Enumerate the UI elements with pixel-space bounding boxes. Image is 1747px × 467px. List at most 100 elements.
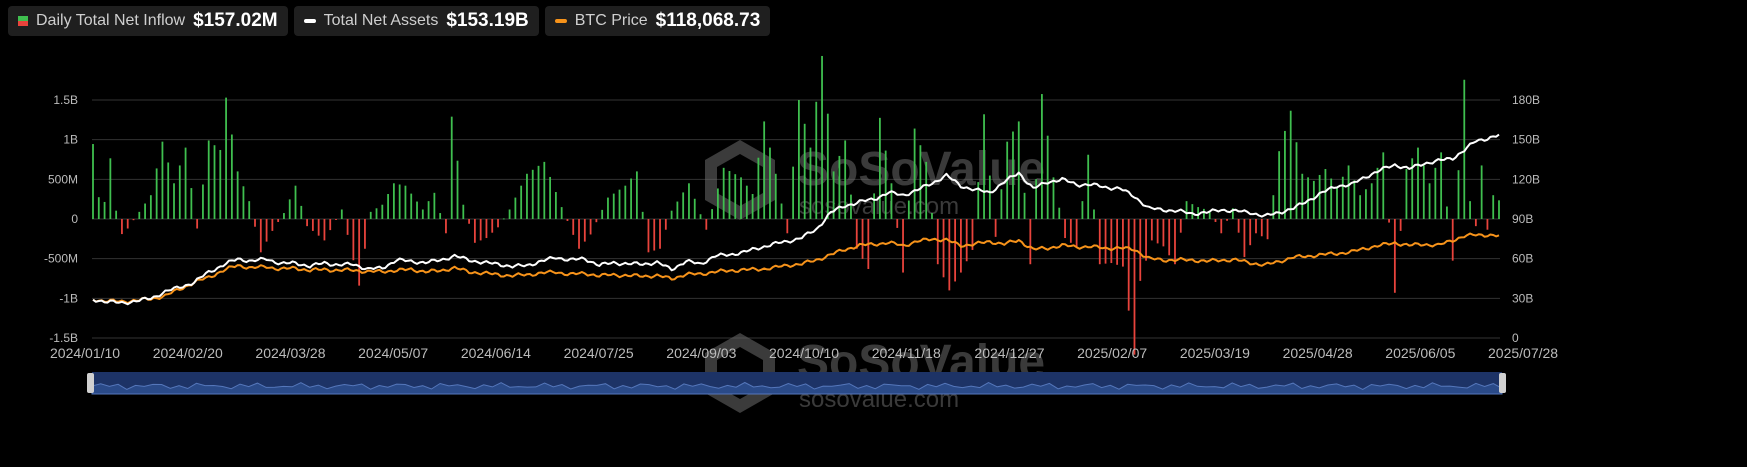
- inflow-bar: [1492, 195, 1495, 219]
- inflow-bar: [369, 211, 372, 219]
- inflow-bar: [1058, 207, 1061, 219]
- inflow-bar: [230, 134, 233, 219]
- inflow-bar: [375, 208, 378, 219]
- inflow-bar: [1278, 151, 1281, 219]
- inflow-bar: [202, 184, 204, 219]
- inflow-bar: [919, 145, 922, 219]
- inflow-bar: [659, 219, 661, 249]
- inflow-bar: [769, 147, 771, 219]
- inflow-bar: [497, 219, 499, 228]
- inflow-bar: [288, 199, 291, 219]
- watermark-top: SoSoValue sosovalue.com: [705, 140, 1045, 220]
- y-left-tick-label: -500M: [44, 252, 78, 266]
- inflow-bar: [531, 169, 534, 219]
- inflow-bar: [1127, 219, 1130, 311]
- inflow-bar: [624, 185, 627, 219]
- inflow-bar: [103, 201, 106, 219]
- inflow-bar: [792, 166, 795, 219]
- inflow-bar: [653, 219, 656, 251]
- inflow-bar: [242, 186, 245, 219]
- inflow-bar: [1191, 204, 1194, 219]
- inflow-bar: [1185, 201, 1188, 219]
- inflow-bar: [427, 201, 430, 219]
- x-tick-label: 2024/10/10: [769, 345, 839, 361]
- inflow-bar: [121, 219, 123, 235]
- inflow-bar: [601, 209, 604, 219]
- inflow-bar: [1324, 169, 1327, 219]
- inflow-bar: [300, 205, 303, 219]
- inflow-bar: [473, 219, 476, 243]
- inflow-bar: [1382, 152, 1385, 219]
- inflow-bar: [311, 219, 314, 231]
- inflow-bar: [317, 219, 320, 236]
- inflow-bar: [1179, 219, 1182, 233]
- inflow-bar: [277, 219, 280, 222]
- y-left-tick-label: 500M: [48, 172, 78, 186]
- inflow-bar: [398, 184, 401, 219]
- inflow-bar: [1417, 147, 1419, 219]
- inflow-bar: [1249, 219, 1252, 246]
- inflow-bar: [1226, 219, 1228, 221]
- y-left-tick-label: -1B: [59, 291, 78, 305]
- x-tick-label: 2024/05/07: [358, 345, 428, 361]
- inflow-bar: [97, 197, 100, 219]
- inflow-bar: [676, 201, 679, 219]
- inflow-bar: [786, 219, 789, 234]
- inflow-bar: [416, 201, 418, 219]
- y-left-tick-label: 0: [71, 212, 78, 226]
- inflow-bar: [196, 219, 199, 229]
- inflow-bar: [838, 155, 841, 219]
- inflow-bar: [1365, 189, 1367, 219]
- grid-lines: [92, 99, 1500, 339]
- inflow-bar: [578, 219, 580, 249]
- inflow-bar: [994, 219, 997, 237]
- inflow-bar: [728, 171, 731, 219]
- x-tick-label: 2024/11/18: [872, 345, 941, 361]
- inflow-bar: [132, 219, 135, 221]
- x-tick-label: 2024/01/10: [50, 345, 120, 361]
- inflow-bar: [433, 192, 436, 219]
- inflow-bar: [1266, 219, 1269, 240]
- inflow-bar: [774, 173, 777, 219]
- inflow-bar: [745, 185, 748, 219]
- inflow-bar: [780, 203, 783, 219]
- inflow-bar: [826, 113, 829, 219]
- inflow-bar: [583, 219, 586, 242]
- navigator-right-handle-icon: [1499, 373, 1506, 393]
- inflow-bar: [421, 209, 424, 219]
- inflow-bar: [1307, 177, 1309, 219]
- inflow-bar: [485, 219, 488, 239]
- inflow-bar: [225, 97, 227, 219]
- x-tick-label: 2025/06/05: [1385, 345, 1455, 361]
- inflow-bar: [1000, 189, 1003, 219]
- inflow-bar: [335, 219, 337, 220]
- inflow-bar: [358, 219, 361, 286]
- inflow-bar: [1214, 219, 1217, 222]
- inflow-bar: [965, 219, 968, 262]
- inflow-bar: [803, 123, 806, 219]
- inflow-bar: [236, 171, 239, 219]
- inflow-bar: [392, 183, 395, 219]
- x-tick-label: 2024/06/14: [461, 345, 531, 361]
- inflow-bar: [1116, 219, 1119, 265]
- inflow-bar: [635, 171, 638, 219]
- inflow-bar: [381, 204, 384, 219]
- inflow-bar: [462, 204, 465, 219]
- inflow-bar: [306, 219, 308, 227]
- inflow-bar: [1457, 170, 1460, 219]
- inflow-bar: [144, 203, 146, 219]
- inflow-bar: [873, 193, 876, 219]
- inflow-bar: [1272, 195, 1275, 219]
- inflow-bar: [329, 219, 332, 231]
- inflow-bar: [722, 167, 725, 219]
- inflow-bar: [855, 219, 858, 249]
- inflow-bar: [711, 209, 713, 219]
- inflow-bar: [138, 211, 141, 219]
- inflow-bar: [109, 158, 112, 219]
- inflow-bar: [763, 121, 766, 219]
- x-tick-label: 2024/02/20: [153, 345, 223, 361]
- inflow-bar: [1469, 201, 1471, 219]
- inflow-bar: [155, 168, 158, 219]
- range-navigator[interactable]: [87, 372, 1506, 395]
- inflow-bar: [1405, 169, 1408, 219]
